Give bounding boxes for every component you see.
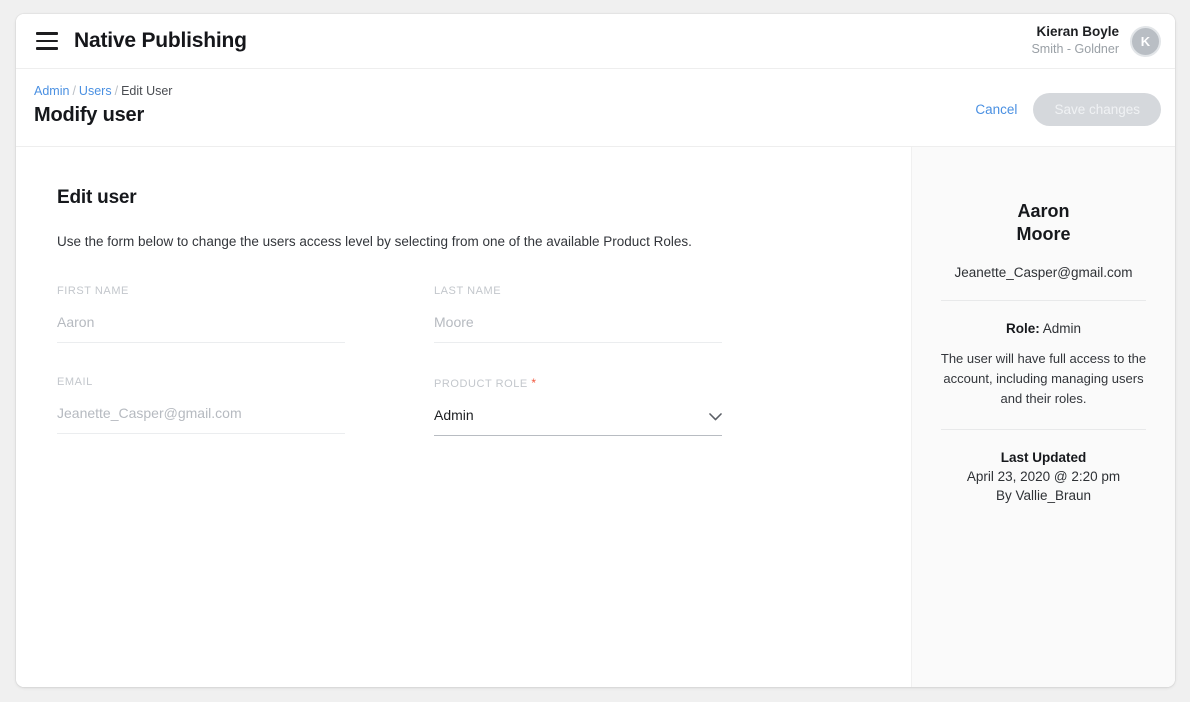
account-user-name: Kieran Boyle: [1036, 24, 1119, 40]
field-value-email: Jeanette_Casper@gmail.com: [57, 405, 242, 421]
field-label-product-role: PRODUCT ROLE *: [434, 376, 722, 390]
field-input-first-name[interactable]: Aaron: [57, 314, 345, 343]
field-label-email: EMAIL: [57, 376, 93, 388]
page-body: Edit user Use the form below to change t…: [16, 147, 1175, 687]
app-card: Native Publishing Kieran Boyle Smith - G…: [16, 14, 1175, 687]
breadcrumb-item-current: Edit User: [121, 84, 173, 98]
breadcrumb-separator: /: [72, 84, 76, 98]
summary-role-value: Admin: [1042, 321, 1082, 337]
sub-header-bar: Admin / Users / Edit User Modify user Cancel…: [16, 69, 1175, 147]
summary-divider: [941, 429, 1146, 431]
top-header-bar: Native Publishing Kieran Boyle Smith - G…: [16, 14, 1175, 69]
account-meta: Kieran Boyle Smith - Goldner: [1031, 24, 1119, 58]
account-organization: Smith - Goldner: [1031, 42, 1119, 57]
field-label-last-name: LAST NAME: [434, 285, 502, 297]
edit-user-form: Edit user Use the form below to change t…: [16, 147, 911, 687]
chevron-down-icon[interactable]: [709, 413, 722, 421]
page-title: Modify user: [34, 104, 145, 126]
summary-last-updated-title: Last Updated: [1000, 450, 1087, 466]
field-value-product-role: Admin: [434, 407, 474, 423]
summary-last-updated-date: April 23, 2020 @ 2:20 pm: [966, 469, 1121, 485]
product-role-select[interactable]: Admin: [434, 407, 722, 436]
form-description: Use the form below to change the users a…: [57, 234, 692, 249]
field-label-product-role-text: PRODUCT ROLE: [434, 378, 528, 390]
brand-title: Native Publishing: [74, 29, 247, 52]
breadcrumb-item-users[interactable]: Users: [79, 84, 112, 98]
field-first-name: FIRST NAME Aaron: [57, 285, 345, 343]
page-actions: Cancel Save changes: [975, 84, 1161, 126]
avatar[interactable]: K: [1130, 25, 1161, 57]
breadcrumb-item-admin[interactable]: Admin: [34, 84, 69, 98]
hamburger-line: [36, 32, 58, 35]
summary-divider: [941, 300, 1146, 302]
cancel-button[interactable]: Cancel: [975, 102, 1017, 117]
title-block: Admin / Users / Edit User Modify user: [34, 84, 975, 127]
summary-role-label: Role:: [1005, 321, 1040, 337]
account-area[interactable]: Kieran Boyle Smith - Goldner K: [1031, 24, 1161, 58]
field-email: EMAIL Jeanette_Casper@gmail.com: [57, 376, 345, 436]
field-product-role: PRODUCT ROLE * Admin: [434, 376, 722, 436]
required-asterisk-icon: *: [531, 376, 537, 390]
hamburger-line: [36, 47, 58, 50]
field-input-last-name[interactable]: Moore: [434, 314, 722, 343]
summary-first-name: Aaron: [1017, 201, 1070, 221]
breadcrumb: Admin / Users / Edit User: [34, 84, 975, 98]
hamburger-line: [36, 39, 58, 43]
summary-email: Jeanette_Casper@gmail.com: [954, 265, 1133, 281]
summary-last-updated-by: By Vallie_Braun: [995, 488, 1092, 504]
breadcrumb-separator: /: [114, 84, 119, 98]
field-label-first-name: FIRST NAME: [57, 285, 129, 297]
summary-user-name: Aaron Moore: [938, 200, 1149, 246]
hamburger-menu-icon[interactable]: [34, 28, 60, 54]
summary-role-description: The user will have full access to the ac…: [940, 351, 1147, 407]
field-value-last-name: Moore: [434, 314, 474, 330]
summary-role: Role: Admin: [938, 321, 1149, 336]
form-fields: FIRST NAME Aaron LAST NAME Moore EMAIL J…: [57, 285, 767, 436]
user-summary-panel: Aaron Moore Jeanette_Casper@gmail.com Ro…: [911, 147, 1175, 687]
form-heading: Edit user: [57, 187, 137, 208]
form-row-email-role: EMAIL Jeanette_Casper@gmail.com PRODUCT …: [57, 376, 767, 436]
save-changes-button[interactable]: Save changes: [1033, 93, 1161, 126]
summary-last-name: Moore: [1016, 224, 1071, 245]
field-input-email[interactable]: Jeanette_Casper@gmail.com: [57, 405, 345, 434]
form-row-names: FIRST NAME Aaron LAST NAME Moore: [57, 285, 767, 343]
field-last-name: LAST NAME Moore: [434, 285, 722, 343]
field-value-first-name: Aaron: [57, 314, 95, 330]
